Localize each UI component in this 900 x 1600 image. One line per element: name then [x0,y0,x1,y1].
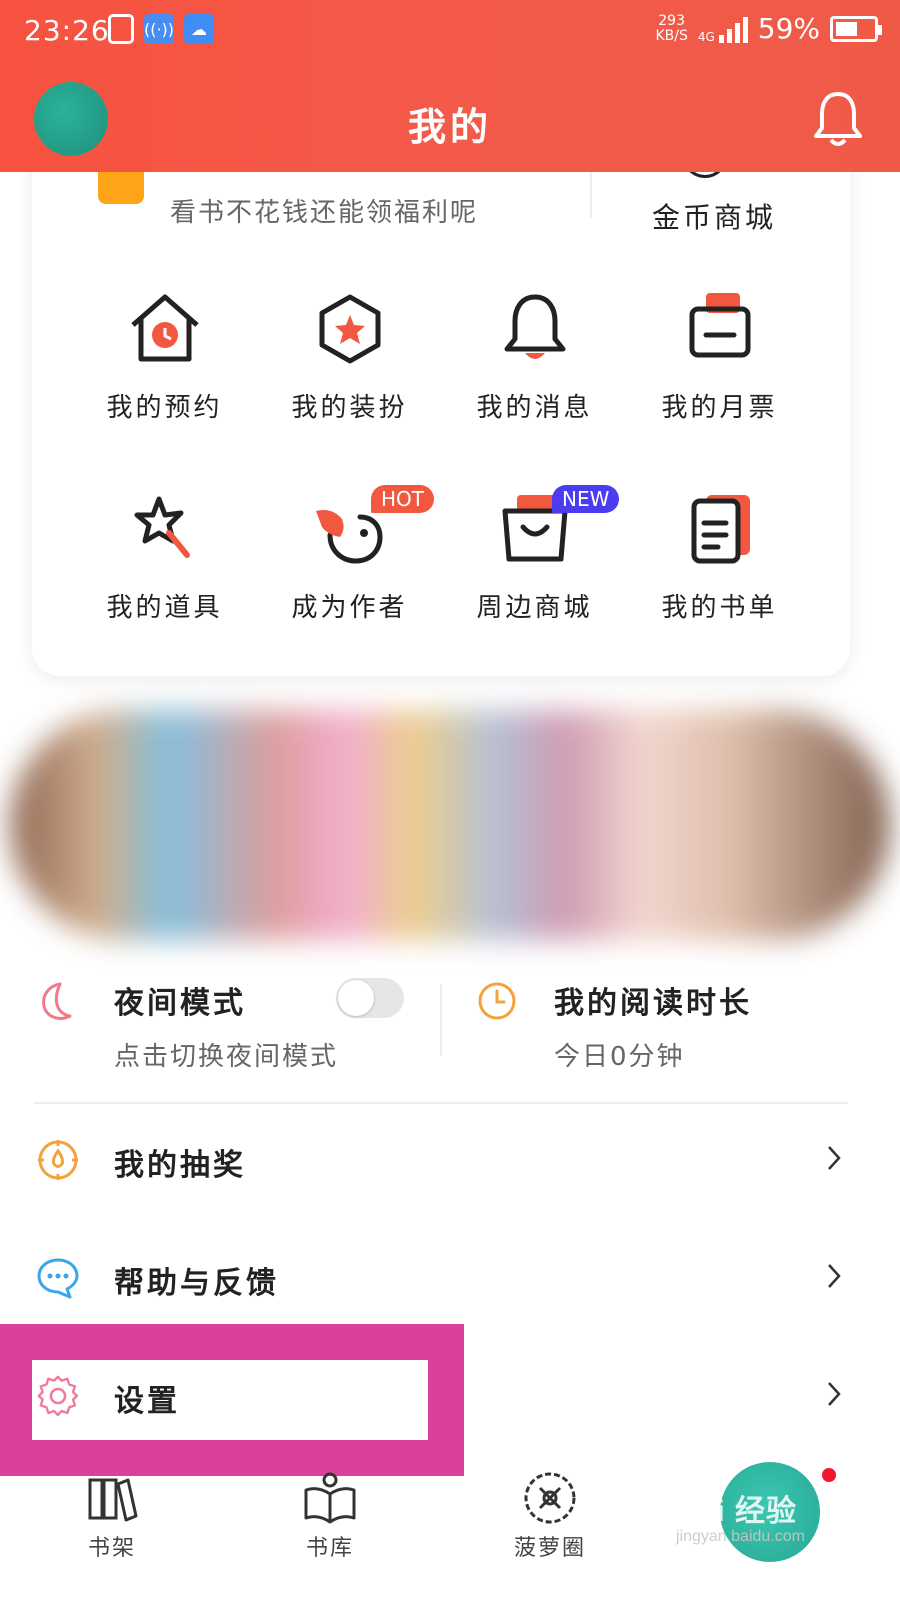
vibrate-icon [108,14,134,44]
watermark: Bai 经验 [676,1495,798,1528]
menu-label: 帮助与反馈 [114,1266,279,1301]
chevron-right-icon [828,1264,841,1288]
bell-icon [504,294,565,359]
nav-item-pineapple-circle[interactable]: 菠萝圈 [490,1470,610,1562]
reading-time-title[interactable]: 我的阅读时长 [554,978,752,1022]
moon-icon [42,982,72,1020]
net-speed-unit: KB/S [655,27,688,44]
gear-icon [37,1375,79,1417]
feature-card: 看书不花钱还能领福利呢 金币商城 我的预约 我的装扮 我的消息 我的月票 我的道… [32,120,850,676]
battery-fill [836,21,857,36]
book-list-icon [691,495,750,564]
new-badge: NEW [552,485,620,513]
promo-banner[interactable] [10,710,890,940]
toggle-knob [338,980,374,1016]
status-right: 293 KB/S 4G 59% [655,12,882,45]
net-speed: 293 KB/S [655,12,688,44]
grid-label: 我的预约 [106,393,223,423]
hot-badge: HOT [371,485,434,513]
lottery-icon [38,1140,78,1180]
grid-label: 我的月票 [661,393,778,423]
header-bar: 23:26 ((·)) ☁ 293 KB/S 4G 59% 我的 [0,0,900,172]
grid-label: 成为作者 [291,593,408,623]
grid-label: 我的书单 [661,593,778,623]
signal-icon [718,15,748,43]
bookshelf-icon [88,1478,138,1522]
welfare-subtitle[interactable]: 看书不花钱还能领福利呢 [170,192,478,229]
grid-item-reservations[interactable]: 我的预约 [72,285,257,485]
nav-item-library[interactable]: 书库 [270,1470,390,1562]
night-mode-subtitle: 点击切换夜间模式 [114,1042,339,1072]
net-speed-value: 293 [658,12,685,29]
hotspot-icon: ((·)) [144,14,174,44]
reading-time-subtitle: 今日0分钟 [554,1042,685,1072]
nav-label: 菠萝圈 [513,1536,586,1561]
cloud-icon: ☁ [184,14,214,44]
nav-item-bookshelf[interactable]: 书架 [52,1470,172,1562]
grid-item-become-author[interactable]: HOT 成为作者 [257,485,442,685]
night-mode-title: 夜间模式 [114,986,246,1021]
book-library-icon [304,1472,356,1524]
grid-label: 我的道具 [106,593,223,623]
divider [440,984,442,1056]
notification-dot [822,1468,836,1482]
night-mode-toggle[interactable] [336,978,404,1018]
grid-label: 我的装扮 [291,393,408,423]
ticket-icon [689,293,750,358]
section-divider [34,1102,848,1104]
chevron-right-icon [828,1382,841,1406]
grid-label: 我的消息 [476,393,593,423]
grid-item-book-list[interactable]: 我的书单 [627,485,812,685]
network-type: 4G [697,29,715,44]
chevron-right-icon [828,1146,841,1170]
grid-label: 周边商城 [476,593,593,623]
nav-label: 书库 [305,1536,354,1561]
menu-item-settings[interactable]: 设置 [0,1356,900,1436]
chat-bubble-icon [37,1258,79,1299]
menu-label: 设置 [114,1384,180,1419]
page-title: 我的 [407,105,492,149]
menu-label: 我的抽奖 [114,1148,246,1183]
grid-item-outfits[interactable]: 我的装扮 [257,285,442,485]
clock-icon [478,982,516,1020]
hexagon-star-icon [319,294,380,364]
feature-grid: 我的预约 我的装扮 我的消息 我的月票 我的道具 HOT 成为作者 NEW 周边… [72,285,812,685]
menu-item-help-feedback[interactable]: 帮助与反馈 [0,1238,900,1318]
grid-item-messages[interactable]: 我的消息 [442,285,627,485]
watermark-url: jingyan.baidu.com [676,1528,805,1545]
grid-item-props[interactable]: 我的道具 [72,485,257,685]
grid-item-merch-store[interactable]: NEW 周边商城 [442,485,627,685]
notification-bell-icon[interactable] [812,90,864,150]
status-time: 23:26 [24,14,110,47]
coin-shop-label[interactable]: 金币商城 [652,196,776,236]
status-left-icons: ((·)) ☁ [108,14,214,44]
pineapple-circle-icon [524,1472,576,1524]
grid-item-monthly-ticket[interactable]: 我的月票 [627,285,812,485]
magic-wand-icon [134,496,190,558]
nav-label: 书架 [87,1536,136,1561]
house-clock-icon [130,294,199,362]
battery-percent: 59% [757,12,820,45]
menu-item-lottery[interactable]: 我的抽奖 [0,1120,900,1200]
battery-icon [830,15,882,42]
